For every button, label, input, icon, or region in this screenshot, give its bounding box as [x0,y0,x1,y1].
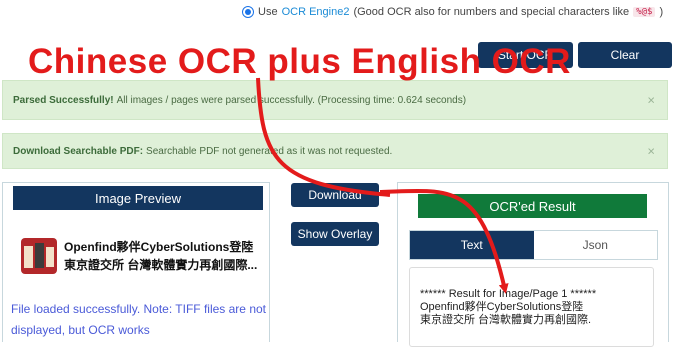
result-line-2: Openfind夥伴CyberSolutions登陸 [420,301,584,313]
download-button[interactable]: Download [291,183,379,207]
show-overlay-button[interactable]: Show Overlay [291,222,379,246]
clear-button[interactable]: Clear [578,42,672,68]
ocr-result-panel: OCR'ed Result Text Json ****** Result fo… [397,182,669,347]
preview-image-text: Openfind夥伴CyberSolutions登陸 東京證交所 台灣軟體實力再… [64,238,257,274]
special-chars-code: %@$ [633,7,656,17]
parsed-success-alert: Parsed Successfully! All images / pages … [2,80,668,120]
download-pdf-alert: Download Searchable PDF: Searchable PDF … [2,133,668,169]
image-preview-panel: Image Preview Openfind夥伴CyberSolutions登陸… [2,182,270,342]
close-icon[interactable]: × [647,93,655,108]
alert-text: All images / pages were parsed successfu… [116,94,467,106]
result-line-3: 東京證交所 台灣軟體實力再創國際. [420,314,592,326]
result-line-1: ****** Result for Image/Page 1 ****** [420,288,597,300]
result-tabs: Text Json [409,230,658,260]
engine-description: (Good OCR also for numbers and special c… [353,6,630,18]
preview-line-1: Openfind夥伴CyberSolutions登陸 [64,240,254,254]
image-preview-header: Image Preview [13,186,263,210]
alert-title: Download Searchable PDF: [13,145,144,157]
result-textarea[interactable]: ****** Result for Image/Page 1 ****** Op… [409,267,654,347]
close-icon[interactable]: × [647,144,655,159]
tab-json[interactable]: Json [533,231,657,259]
engine-suffix: ) [659,6,664,18]
loaded-line-1: File loaded successfully. Note: TIFF fil… [11,302,266,316]
file-loaded-message: File loaded successfully. Note: TIFF fil… [11,299,271,341]
engine2-radio[interactable] [242,6,254,18]
ocr-engine2-link[interactable]: OCR Engine2 [282,6,350,18]
alert-text: Searchable PDF not generated as it was n… [146,145,393,157]
loaded-line-2: displayed, but OCR works [11,323,150,337]
preview-thumbnail [21,238,57,274]
engine-prefix: Use [258,6,278,18]
preview-line-2: 東京證交所 台灣軟體實力再創國際... [64,258,258,272]
ocr-engine2-option[interactable]: Use OCR Engine2 (Good OCR also for numbe… [242,6,663,18]
overlay-title: Chinese OCR plus English OCR [28,42,571,81]
ocr-result-header: OCR'ed Result [418,194,647,218]
alert-title: Parsed Successfully! [13,94,114,106]
tab-text[interactable]: Text [410,231,534,259]
